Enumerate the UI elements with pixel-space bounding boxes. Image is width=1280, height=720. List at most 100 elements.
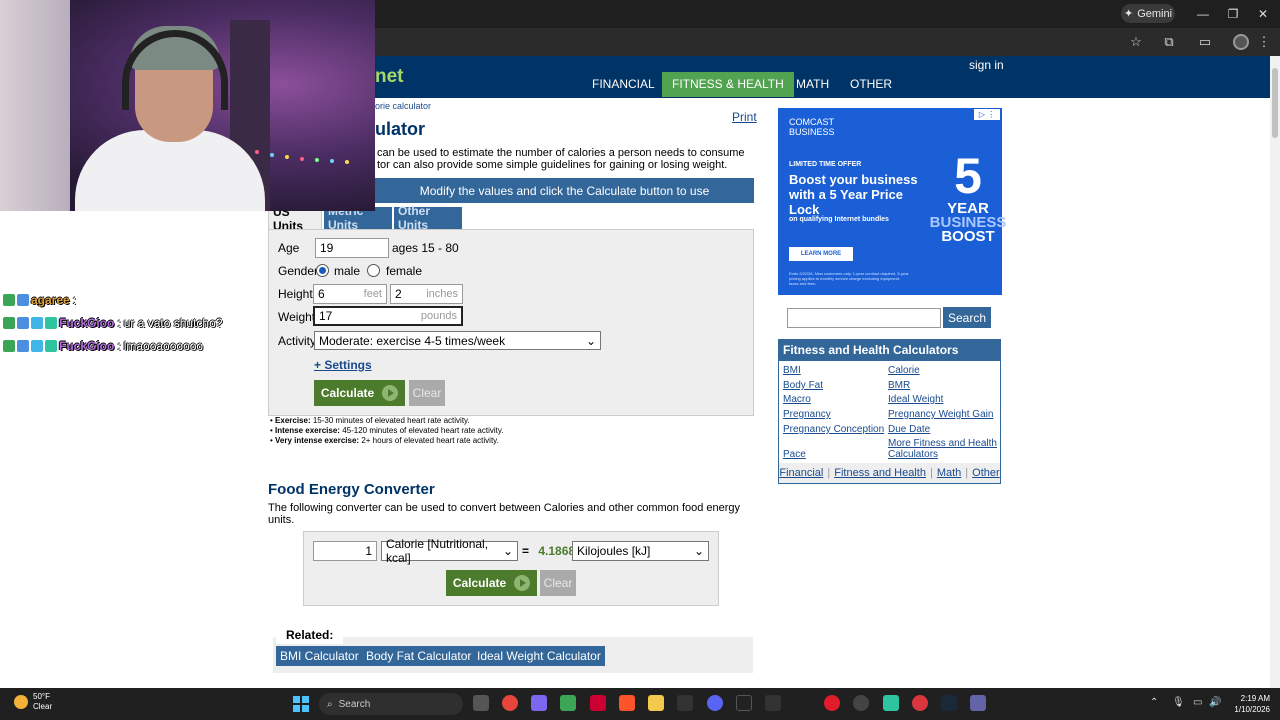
note-intense: Intense exercise: 45-120 minutes of elev… (270, 426, 503, 436)
capcut-icon[interactable] (677, 695, 693, 711)
network-icon[interactable]: ▭ (1193, 697, 1202, 708)
related-body-fat-link[interactable]: Body Fat Calculator (362, 646, 476, 666)
clear-button[interactable]: Clear (409, 380, 445, 406)
tab-other-units[interactable]: Other Units (394, 204, 462, 232)
weight-label: Weight (278, 310, 316, 324)
scrollbar-thumb[interactable] (1272, 68, 1278, 138)
app-icon[interactable] (883, 695, 899, 711)
footer-math[interactable]: Math (937, 467, 961, 479)
chat-text: ur a vato shutcho? (123, 316, 223, 330)
gender-female-radio[interactable] (367, 264, 380, 277)
converter-desc: The following converter can be used to c… (268, 502, 741, 526)
page-scrollbar[interactable] (1270, 56, 1280, 688)
print-link[interactable]: Print (732, 110, 757, 124)
link-bmi[interactable]: BMI (783, 365, 801, 376)
steam-icon[interactable] (941, 695, 957, 711)
result-value: 4.1868 (538, 544, 576, 558)
comcast-ad[interactable]: ▷ ⋮ COMCAST BUSINESS LIMITED TIME OFFER … (778, 108, 1006, 295)
height-feet-input[interactable]: 6 feet (313, 284, 387, 304)
chat-user: FuckGioo (59, 339, 115, 353)
profile-avatar-icon[interactable] (1233, 34, 1249, 50)
link-calorie[interactable]: Calorie (888, 365, 920, 376)
extensions-icon[interactable]: ⧉ (1159, 32, 1179, 52)
site-logo[interactable]: net (375, 66, 404, 88)
file-explorer-icon[interactable] (648, 695, 664, 711)
site-search-button[interactable]: Search (943, 307, 991, 328)
footer-fitness[interactable]: Fitness and Health (834, 467, 926, 479)
link-pregnancy-weight-gain[interactable]: Pregnancy Weight Gain (888, 409, 993, 420)
sparkle-icon: ✦ (1123, 8, 1134, 20)
note-exercise: Exercise: 15-30 minutes of elevated hear… (270, 416, 503, 426)
link-pregnancy[interactable]: Pregnancy (783, 409, 831, 420)
opera-icon[interactable] (824, 695, 840, 711)
app-icon[interactable] (736, 695, 752, 711)
adchoices-icon[interactable]: ▷ ⋮ (974, 109, 1000, 120)
converter-to-select[interactable]: Kilojoules [kJ] ⌄ (572, 541, 709, 561)
converter-from-select[interactable]: Calorie [Nutritional, kcal] ⌄ (381, 537, 518, 565)
settings-link[interactable]: + Settings (314, 358, 372, 372)
chevron-up-icon[interactable]: ⌃ (1150, 697, 1158, 708)
nav-math[interactable]: MATH (786, 72, 839, 97)
chat-message: agaree : (3, 292, 76, 308)
link-bmr[interactable]: BMR (888, 380, 910, 391)
app-icon[interactable] (590, 695, 606, 711)
windows-start-icon[interactable] (293, 696, 309, 712)
chrome-icon[interactable] (502, 695, 518, 711)
footer-financial[interactable]: Financial (779, 467, 823, 479)
height-inches-input[interactable]: 2 inches (390, 284, 463, 304)
sign-in-link[interactable]: sign in (969, 58, 1004, 72)
obs-icon[interactable] (853, 695, 869, 711)
close-icon[interactable]: ✕ (1248, 4, 1278, 24)
copilot-icon[interactable] (531, 695, 547, 711)
weight-input[interactable]: 17 pounds (313, 306, 463, 326)
nav-other[interactable]: OTHER (840, 72, 902, 97)
bookmark-star-icon[interactable]: ☆ (1126, 32, 1146, 52)
calculate-button[interactable]: Calculate (314, 380, 405, 406)
link-ideal-weight[interactable]: Ideal Weight (888, 394, 943, 405)
chat-sep: : (117, 339, 121, 353)
age-input[interactable]: 19 (315, 238, 389, 258)
link-more-fitness[interactable]: More Fitness and Health Calculators (888, 438, 998, 460)
microphone-icon[interactable]: 🎙 (1172, 697, 1185, 708)
ad-subline: on qualifying Internet bundles (789, 216, 889, 223)
gemini-button[interactable]: ✦ Gemini (1121, 4, 1175, 23)
app-icon[interactable] (912, 695, 928, 711)
converter-input[interactable]: 1 (313, 541, 377, 561)
breadcrumb[interactable]: orie calculator (375, 101, 431, 111)
taskbar-clock[interactable]: 2:19 AM 1/10/2026 (1226, 693, 1270, 715)
menu-dots-icon[interactable]: ⋮ (1254, 32, 1274, 52)
related-bmi-link[interactable]: BMI Calculator (276, 646, 363, 666)
link-pace[interactable]: Pace (783, 449, 806, 460)
sidepanel-icon[interactable]: ▭ (1195, 32, 1215, 52)
gender-male-radio[interactable] (316, 264, 329, 277)
link-pregnancy-conception[interactable]: Pregnancy Conception (783, 424, 884, 435)
volume-icon[interactable]: 🔊 (1209, 697, 1221, 708)
teams-icon[interactable] (970, 695, 986, 711)
footer-other[interactable]: Other (972, 467, 1000, 479)
gender-male-label[interactable]: male (334, 264, 360, 278)
nav-financial[interactable]: FINANCIAL (582, 72, 665, 97)
xbox-icon[interactable] (560, 695, 576, 711)
brave-icon[interactable] (619, 695, 635, 711)
ad-learn-more-button[interactable]: LEARN MORE (789, 247, 853, 261)
minimize-icon[interactable]: — (1188, 4, 1218, 24)
related-ideal-weight-link[interactable]: Ideal Weight Calculator (473, 646, 605, 666)
discord-icon[interactable] (707, 695, 723, 711)
link-due-date[interactable]: Due Date (888, 424, 930, 435)
activity-select[interactable]: Moderate: exercise 4-5 times/week ⌄ (314, 331, 601, 350)
task-view-icon[interactable] (473, 695, 489, 711)
restore-icon[interactable]: ❐ (1218, 4, 1248, 24)
converter-calculate-button[interactable]: Calculate (446, 570, 537, 596)
intro-text: can be used to estimate the number of ca… (377, 147, 757, 171)
site-search-input[interactable] (787, 308, 941, 328)
taskbar-search[interactable]: ⌕ Search (319, 693, 463, 715)
link-macro[interactable]: Macro (783, 394, 811, 405)
converter-result: = 4.1868 (522, 544, 575, 558)
gender-female-label[interactable]: female (386, 264, 422, 278)
weather-widget[interactable]: 50°F Clear (14, 692, 52, 712)
link-body-fat[interactable]: Body Fat (783, 380, 823, 391)
nav-fitness-health[interactable]: FITNESS & HEALTH (662, 72, 794, 97)
search-icon: ⌕ (327, 698, 333, 710)
converter-clear-button[interactable]: Clear (540, 570, 576, 596)
app-icon[interactable] (765, 695, 781, 711)
